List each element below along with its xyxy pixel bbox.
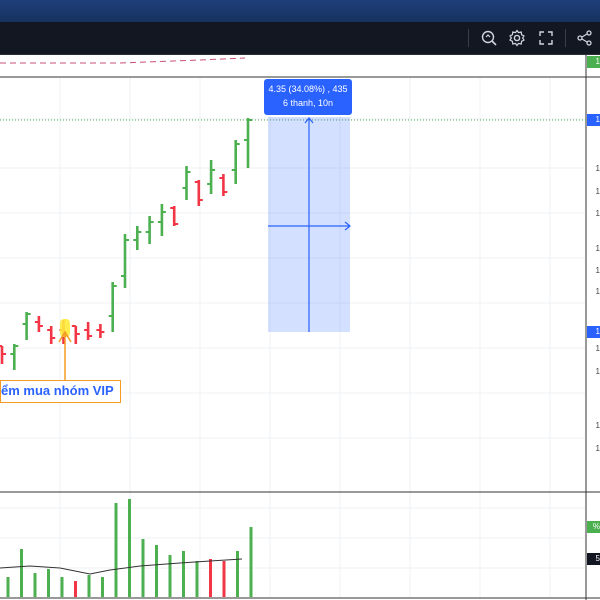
volume-bar (209, 559, 212, 597)
ohlc-bar (182, 166, 191, 200)
volume-bar (195, 561, 199, 597)
volume-bar (47, 569, 50, 597)
volume-bar (141, 539, 145, 597)
volume-bar (87, 575, 91, 597)
measure-change-text: 4.35 (34.08%) , 435 (268, 84, 348, 94)
share-icon[interactable] (574, 27, 596, 49)
volume-bar (60, 577, 64, 597)
app-header-bar (0, 0, 600, 22)
price-axis-label: 1 (595, 421, 600, 430)
gear-icon[interactable] (506, 27, 528, 49)
ohlc-bar (170, 206, 179, 226)
price-axis-tag-level: 1 (595, 115, 600, 124)
volume-bar (101, 577, 104, 597)
ohlc-bar (219, 174, 228, 196)
volume-bar (114, 503, 118, 597)
ohlc-bar (121, 234, 129, 288)
ohlc-bar (207, 160, 216, 194)
volume-bar (222, 561, 226, 597)
volume-bar (128, 499, 131, 597)
price-axis-label: 1 (595, 244, 600, 253)
ohlc-bar (231, 140, 240, 184)
ohlc-bar (96, 324, 105, 338)
ohlc-bar (34, 316, 43, 332)
ohlc-bar (244, 118, 252, 168)
volume-bar (74, 581, 77, 597)
price-axis-tag-top: 1 (595, 57, 600, 66)
volume-bar (33, 573, 37, 597)
ohlc-bar (84, 322, 93, 340)
volume-axis-tag-ma: 5 (595, 554, 600, 563)
indicator-dashed-line (0, 57, 246, 64)
price-axis-label: 1 (595, 187, 600, 196)
fullscreen-icon[interactable] (535, 27, 557, 49)
toolbar-separator (468, 29, 469, 47)
price-axis-label: 1 (595, 164, 600, 173)
measure-bars-text: 6 thanh, 10n (282, 98, 334, 108)
price-axis-label: 1 (595, 367, 600, 376)
volume-bar (249, 527, 253, 597)
ohlc-bar (0, 345, 6, 364)
chart-toolbar (0, 22, 600, 55)
price-axis-label: 1 (595, 209, 600, 218)
volume-series (6, 499, 253, 597)
volume-bar (182, 551, 185, 597)
volume-bar (236, 551, 239, 597)
volume-bar (20, 549, 23, 597)
price-chart[interactable] (0, 55, 600, 600)
volume-axis-tag-percent: % (592, 522, 600, 531)
ohlc-bar (145, 216, 154, 244)
ohlc-bar (157, 204, 166, 236)
volume-bar (6, 577, 10, 597)
ohlc-bar (194, 180, 203, 206)
zoom-search-icon[interactable] (478, 27, 500, 49)
price-axis-label: 1 (595, 444, 600, 453)
volume-bar (168, 555, 172, 597)
price-axis-tag-measure: 1 (595, 327, 600, 336)
toolbar-separator (565, 29, 566, 47)
volume-moving-average-line (0, 558, 243, 575)
ohlc-bar (47, 326, 56, 344)
annotation-text: ểm mua nhóm VIP (1, 383, 114, 398)
volume-bar (155, 545, 158, 597)
measure-info-label: 4.35 (34.08%) , 435 6 thanh, 10n (264, 79, 352, 115)
annotation-label[interactable]: ểm mua nhóm VIP (0, 380, 121, 403)
ohlc-bar (108, 282, 117, 332)
ohlc-bar (71, 325, 80, 344)
ohlc-bar (22, 312, 31, 340)
ohlc-series (0, 118, 252, 370)
price-axis-label: 1 (595, 287, 600, 296)
price-axis-label: 1 (595, 266, 600, 275)
ohlc-bar (133, 226, 142, 250)
price-axis-label: 1 (595, 344, 600, 353)
